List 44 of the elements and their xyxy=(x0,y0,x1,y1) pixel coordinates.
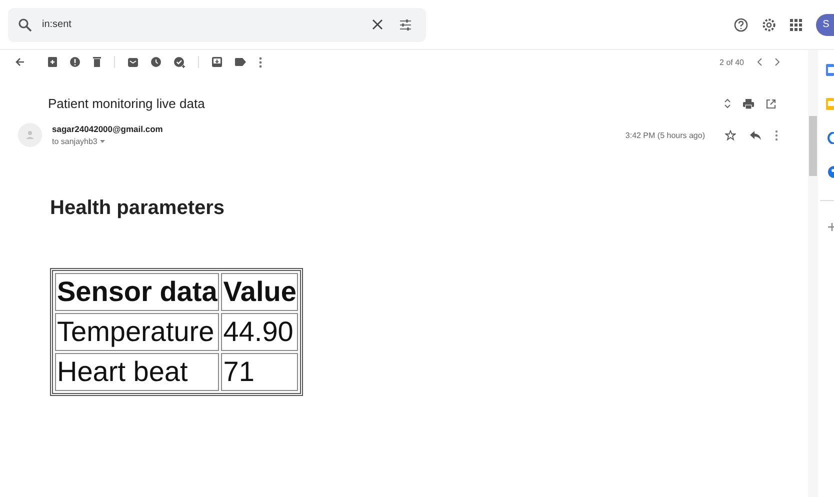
column-header: Value xyxy=(221,273,298,311)
clock-icon[interactable] xyxy=(151,57,161,67)
more-vertical-icon[interactable] xyxy=(259,56,262,68)
next-chevron-icon[interactable] xyxy=(775,58,780,66)
table-cell: 44.90 xyxy=(221,313,298,351)
close-icon[interactable] xyxy=(372,19,383,30)
body-heading: Health parameters xyxy=(50,197,226,220)
sender-avatar-icon xyxy=(18,123,42,147)
sent-time: 3:42 PM (5 hours ago) xyxy=(625,130,705,140)
previous-chevron-icon[interactable] xyxy=(757,58,762,66)
caret-icon xyxy=(100,140,106,143)
scrollbar-thumb[interactable] xyxy=(809,116,817,176)
sender-email: sagar24042000@gmail.com xyxy=(52,124,163,134)
email-subject: Patient monitoring live data xyxy=(48,96,205,111)
table-cell: Heart beat xyxy=(55,353,220,391)
label-icon[interactable] xyxy=(235,58,246,66)
open-new-window-icon[interactable] xyxy=(766,98,776,108)
table-cell: 71 xyxy=(221,353,298,391)
search-field[interactable]: in:sent xyxy=(8,8,426,42)
table-cell: Temperature xyxy=(55,313,220,351)
recipient-dropdown[interactable]: to sanjayhb3 xyxy=(52,137,163,146)
settings-icon[interactable] xyxy=(762,18,776,32)
search-icon xyxy=(18,18,32,32)
search-query: in:sent xyxy=(42,19,72,30)
expand-collapse-icon[interactable] xyxy=(724,98,731,109)
calendar-icon[interactable] xyxy=(826,64,834,76)
back-arrow-icon[interactable] xyxy=(15,57,25,67)
reply-icon[interactable] xyxy=(750,130,761,140)
add-task-icon[interactable] xyxy=(174,56,185,68)
archive-icon[interactable] xyxy=(48,57,57,67)
trash-icon[interactable] xyxy=(93,57,101,67)
report-icon[interactable] xyxy=(70,57,80,67)
account-avatar[interactable]: S xyxy=(816,14,834,36)
move-to-icon[interactable] xyxy=(212,57,222,67)
apps-grid-icon[interactable] xyxy=(790,18,802,30)
filter-sliders-icon[interactable] xyxy=(399,18,412,30)
more-vertical-icon[interactable] xyxy=(775,130,778,140)
envelope-icon[interactable] xyxy=(128,57,138,67)
column-header: Sensor data xyxy=(55,273,220,311)
pagination-count: 2 of 40 xyxy=(720,58,744,66)
star-icon[interactable] xyxy=(725,130,736,140)
help-icon[interactable] xyxy=(734,18,748,32)
add-icon[interactable] xyxy=(828,223,834,231)
print-icon[interactable] xyxy=(743,98,754,108)
